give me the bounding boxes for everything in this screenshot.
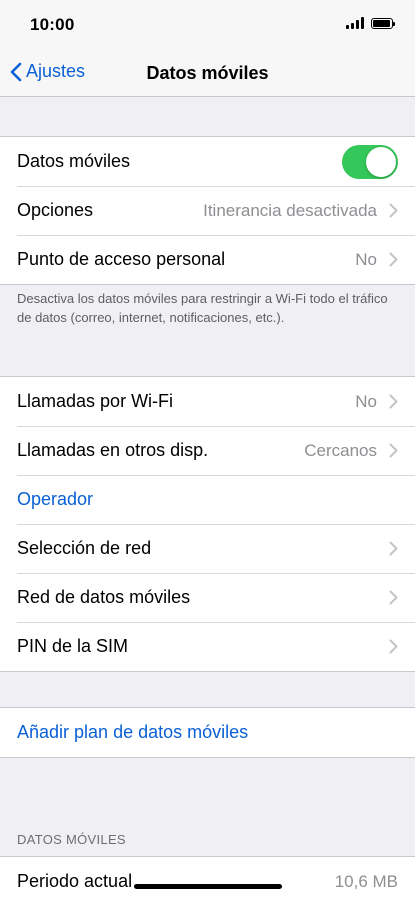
row-seleccion-red[interactable]: Selección de red	[0, 524, 415, 573]
row-label: Selección de red	[17, 538, 152, 558]
row-label: Punto de acceso personal	[17, 249, 226, 269]
row-label: Datos móviles	[17, 151, 131, 171]
row-value: Cercanos	[304, 440, 377, 460]
chevron-right-icon	[389, 590, 398, 605]
datos-footnote: Desactiva los datos móviles para restrin…	[17, 291, 388, 325]
chevron-right-icon	[389, 443, 398, 458]
settings-group-llamadas: Llamadas por Wi-Fi No Llamadas en otros …	[0, 376, 415, 672]
section-header-datos-moviles: DATOS MÓVILES	[17, 832, 126, 847]
row-datos-moviles: Datos móviles	[0, 137, 415, 186]
status-time: 10:00	[30, 15, 75, 34]
chevron-right-icon	[389, 541, 398, 556]
navigation-bar: Ajustes Datos móviles	[0, 50, 415, 97]
row-llamadas-wifi[interactable]: Llamadas por Wi-Fi No	[0, 377, 415, 426]
toggle-knob	[366, 147, 396, 177]
row-anadir-plan[interactable]: Añadir plan de datos móviles	[0, 708, 415, 757]
row-periodo-actual: Periodo actual 10,6 MB	[0, 857, 415, 906]
row-punto-acceso[interactable]: Punto de acceso personal No	[0, 235, 415, 284]
row-value: 10,6 MB	[334, 871, 398, 891]
row-value: No	[355, 391, 377, 411]
status-icons	[346, 17, 395, 29]
settings-group-plan: Añadir plan de datos móviles	[0, 707, 415, 758]
datos-moviles-toggle[interactable]	[342, 145, 398, 179]
row-value: No	[355, 249, 377, 269]
home-indicator[interactable]	[134, 884, 282, 889]
status-bar: 10:00	[0, 0, 415, 50]
row-label: Red de datos móviles	[17, 587, 191, 607]
row-opciones[interactable]: Opciones Itinerancia desactivada	[0, 186, 415, 235]
row-pin-sim[interactable]: PIN de la SIM	[0, 622, 415, 671]
settings-group-datos: Datos móviles Opciones Itinerancia desac…	[0, 136, 415, 285]
battery-icon	[371, 17, 395, 29]
operador-link[interactable]: Operador	[17, 489, 93, 510]
anadir-plan-link[interactable]: Añadir plan de datos móviles	[17, 722, 248, 743]
row-label: PIN de la SIM	[17, 636, 129, 656]
chevron-right-icon	[389, 394, 398, 409]
settings-group-uso: Periodo actual 10,6 MB	[0, 856, 415, 906]
chevron-right-icon	[389, 252, 398, 267]
chevron-right-icon	[389, 639, 398, 654]
row-llamadas-otros[interactable]: Llamadas en otros disp. Cercanos	[0, 426, 415, 475]
row-label: Periodo actual	[17, 871, 133, 891]
cellular-signal-icon	[346, 17, 364, 29]
row-label: Opciones	[17, 200, 94, 220]
row-label: Llamadas en otros disp.	[17, 440, 209, 460]
page-title: Datos móviles	[146, 63, 269, 83]
row-value: Itinerancia desactivada	[203, 200, 377, 220]
row-red-datos[interactable]: Red de datos móviles	[0, 573, 415, 622]
row-label: Llamadas por Wi-Fi	[17, 391, 174, 411]
row-operador[interactable]: Operador	[0, 475, 415, 524]
chevron-right-icon	[389, 203, 398, 218]
